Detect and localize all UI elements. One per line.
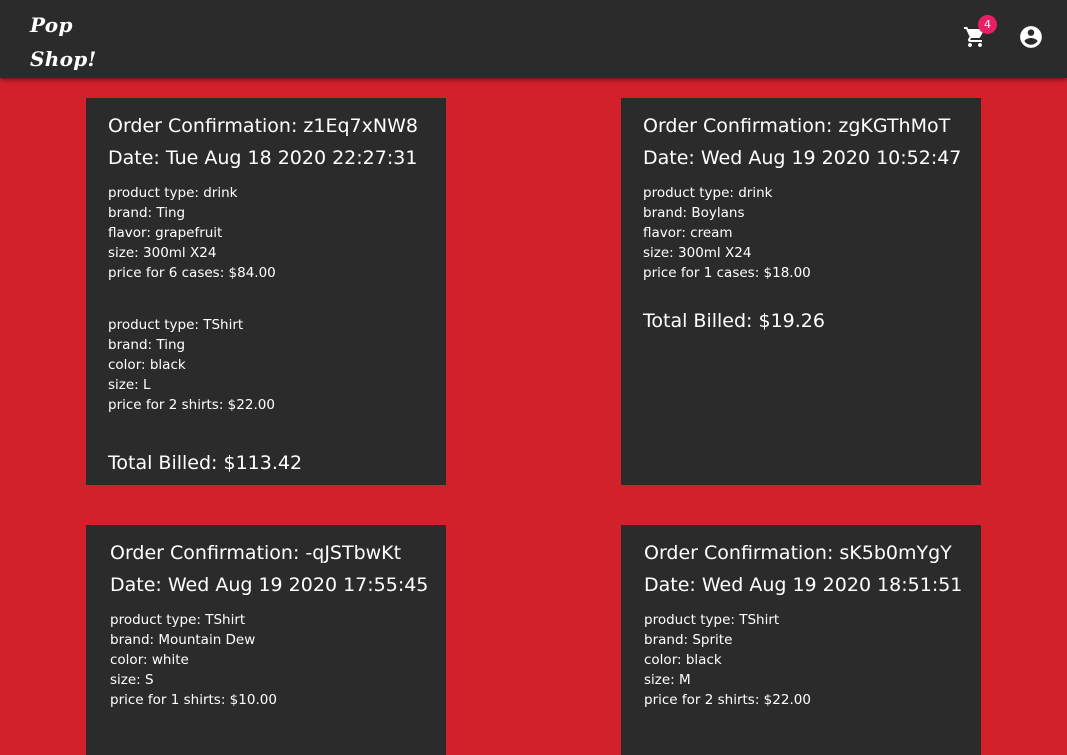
item-size: size: L <box>108 377 151 393</box>
app-bar: Pop Shop! 4 <box>0 0 1067 78</box>
order-date-heading: Date: Wed Aug 19 2020 18:51:51 <box>644 574 963 596</box>
item-color: color: black <box>108 357 186 373</box>
order-item: product type: TShirt brand: Ting color: … <box>108 315 424 415</box>
item-flavor: flavor: cream <box>643 225 733 241</box>
account-circle-icon <box>1020 26 1042 48</box>
order-confirmation-heading: Order Confirmation: zgKGThMoT <box>643 115 951 137</box>
item-product-type: product type: TShirt <box>108 317 244 333</box>
order-confirmation-heading: Order Confirmation: z1Eq7xNW8 <box>108 115 418 137</box>
order-item: product type: TShirt brand: Mountain Dew… <box>110 610 424 710</box>
account-button[interactable] <box>1018 24 1046 52</box>
item-size: size: S <box>110 672 154 688</box>
item-product-type: product type: drink <box>643 185 773 201</box>
item-brand: brand: Mountain Dew <box>110 632 256 648</box>
order-total: Total Billed: $113.42 <box>108 452 303 474</box>
item-size: size: 300ml X24 <box>108 245 217 261</box>
order-confirmation-heading: Order Confirmation: -qJSTbwKt <box>110 542 402 564</box>
order-card: Order Confirmation: z1Eq7xNW8 Date: Tue … <box>86 98 446 485</box>
logo-line-1: Pop <box>30 13 73 37</box>
item-price: price for 1 shirts: $10.00 <box>110 692 277 708</box>
order-confirmation-heading: Order Confirmation: sK5b0mYgY <box>644 542 952 564</box>
order-item: product type: drink brand: Boylans flavo… <box>643 183 959 283</box>
logo-line-2: Shop! <box>30 47 97 71</box>
order-date-heading: Date: Wed Aug 19 2020 17:55:45 <box>110 574 429 596</box>
item-product-type: product type: drink <box>108 185 238 201</box>
order-card: Order Confirmation: sK5b0mYgY Date: Wed … <box>621 525 981 755</box>
order-card: Order Confirmation: zgKGThMoT Date: Wed … <box>621 98 981 485</box>
order-card: Order Confirmation: -qJSTbwKt Date: Wed … <box>86 525 446 755</box>
order-item: product type: drink brand: Ting flavor: … <box>108 183 424 283</box>
order-item: product type: TShirt brand: Sprite color… <box>644 610 959 710</box>
item-brand: brand: Ting <box>108 205 186 221</box>
item-brand: brand: Ting <box>108 337 186 353</box>
item-brand: brand: Sprite <box>644 632 733 648</box>
orders-list: Order Confirmation: z1Eq7xNW8 Date: Tue … <box>0 0 1067 755</box>
logo[interactable]: Pop Shop! <box>30 8 100 76</box>
order-total: Total Billed: $19.26 <box>643 310 825 332</box>
item-price: price for 1 cases: $18.00 <box>643 265 811 281</box>
item-price: price for 6 cases: $84.00 <box>108 265 276 281</box>
item-color: color: black <box>644 652 722 668</box>
cart-button[interactable]: 4 <box>960 15 997 52</box>
item-size: size: 300ml X24 <box>643 245 752 261</box>
item-price: price for 2 shirts: $22.00 <box>644 692 811 708</box>
item-flavor: flavor: grapefruit <box>108 225 223 241</box>
item-product-type: product type: TShirt <box>644 612 780 628</box>
item-brand: brand: Boylans <box>643 205 745 221</box>
item-product-type: product type: TShirt <box>110 612 246 628</box>
cart-count-badge: 4 <box>978 15 997 34</box>
item-size: size: M <box>644 672 691 688</box>
item-price: price for 2 shirts: $22.00 <box>108 397 275 413</box>
order-date-heading: Date: Wed Aug 19 2020 10:52:47 <box>643 147 962 169</box>
order-date-heading: Date: Tue Aug 18 2020 22:27:31 <box>108 147 418 169</box>
item-color: color: white <box>110 652 189 668</box>
